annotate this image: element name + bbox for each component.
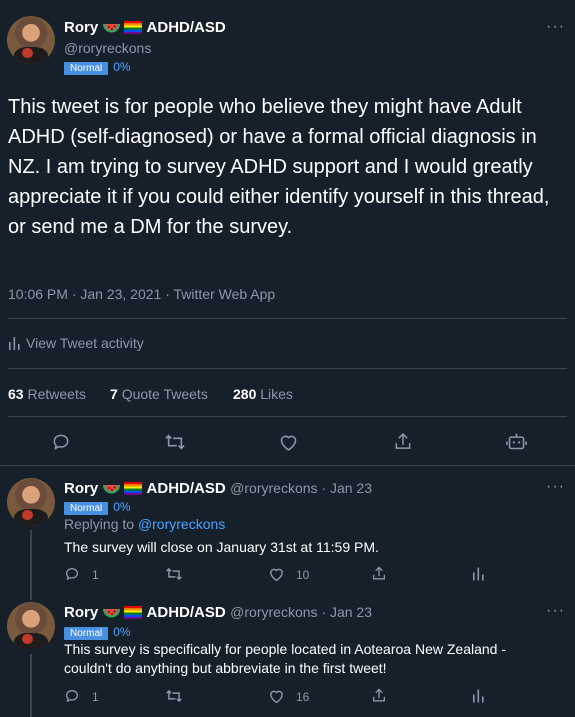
reply-count: 1 bbox=[92, 690, 99, 704]
more-icon[interactable]: ··· bbox=[546, 602, 565, 620]
author-avatar[interactable] bbox=[7, 16, 55, 64]
divider bbox=[8, 318, 567, 319]
like-count: 16 bbox=[296, 690, 310, 704]
rainbow-flag-icon bbox=[124, 21, 143, 39]
divider bbox=[8, 368, 567, 369]
share-icon[interactable] bbox=[371, 565, 387, 582]
watermelon-icon bbox=[102, 606, 120, 624]
replying-to: Replying to @roryreckons bbox=[64, 516, 225, 532]
reply-author-suffix: ADHD/ASD bbox=[146, 604, 226, 621]
reply-count: 1 bbox=[92, 568, 99, 582]
quote-tweets-stat[interactable]: 7 Quote Tweets bbox=[110, 386, 208, 402]
retweets-stat[interactable]: 63 Retweets bbox=[8, 386, 86, 402]
reply-badge: Normal bbox=[64, 502, 109, 515]
analytics-icon bbox=[8, 336, 21, 353]
reply-avatar[interactable] bbox=[7, 478, 55, 526]
author-handle[interactable]: @roryreckons bbox=[64, 40, 151, 56]
retweets-label: Retweets bbox=[27, 386, 86, 402]
heart-icon[interactable] bbox=[268, 688, 285, 704]
retweet-icon[interactable] bbox=[164, 432, 186, 452]
reply-handle-date[interactable]: @roryreckons · Jan 23 bbox=[230, 480, 372, 496]
divider bbox=[0, 465, 575, 466]
analytics-icon[interactable] bbox=[472, 688, 485, 703]
more-icon[interactable]: ··· bbox=[546, 18, 565, 36]
quote-label: Quote Tweets bbox=[121, 386, 208, 402]
thread-line bbox=[30, 530, 32, 600]
reply-badge-row: Normal 0% bbox=[64, 623, 131, 641]
author-badge-row: Normal 0% bbox=[64, 58, 131, 76]
reply-text: The survey will close on January 31st at… bbox=[64, 539, 379, 555]
divider bbox=[8, 416, 567, 417]
like-count: 10 bbox=[296, 568, 310, 582]
replying-to-prefix: Replying to bbox=[64, 516, 135, 532]
analytics-icon[interactable] bbox=[472, 566, 485, 581]
reply-text: This survey is specifically for people l… bbox=[64, 641, 506, 676]
tweet-timestamp[interactable]: 10:06 PM · Jan 23, 2021 · Twitter Web Ap… bbox=[8, 286, 275, 302]
more-icon[interactable]: ··· bbox=[546, 478, 565, 496]
view-tweet-activity[interactable]: View Tweet activity bbox=[8, 335, 144, 353]
author-badge-percent: 0% bbox=[113, 60, 131, 74]
author-name-row[interactable]: Rory ADHD/ASD bbox=[64, 19, 226, 39]
likes-label: Likes bbox=[260, 386, 293, 402]
author-badge: Normal bbox=[64, 62, 109, 75]
view-tweet-activity-label: View Tweet activity bbox=[26, 335, 144, 351]
retweets-count: 63 bbox=[8, 386, 24, 402]
reply-author-suffix: ADHD/ASD bbox=[146, 480, 226, 497]
reply-badge: Normal bbox=[64, 627, 109, 640]
retweet-icon[interactable] bbox=[165, 688, 183, 704]
tweet-text: This tweet is for people who believe the… bbox=[8, 96, 550, 238]
reply-badge-row: Normal 0% bbox=[64, 498, 131, 516]
retweet-icon[interactable] bbox=[165, 566, 183, 582]
likes-count: 280 bbox=[233, 386, 257, 402]
replying-to-handle[interactable]: @roryreckons bbox=[138, 516, 225, 532]
bot-icon[interactable] bbox=[506, 431, 527, 452]
heart-icon[interactable] bbox=[278, 432, 299, 452]
reply-author-name[interactable]: Rory bbox=[64, 604, 98, 621]
likes-stat[interactable]: 280 Likes bbox=[233, 386, 293, 402]
heart-icon[interactable] bbox=[268, 566, 285, 582]
reply-icon[interactable] bbox=[64, 566, 80, 582]
reply-header[interactable]: Rory ADHD/ASD @roryreckons · Jan 23 bbox=[64, 480, 372, 500]
author-suffix: ADHD/ASD bbox=[146, 19, 226, 36]
reply-header[interactable]: Rory ADHD/ASD @roryreckons · Jan 23 bbox=[64, 604, 372, 624]
author-name[interactable]: Rory bbox=[64, 19, 98, 36]
share-icon[interactable] bbox=[393, 431, 413, 452]
reply-author-name[interactable]: Rory bbox=[64, 480, 98, 497]
reply-badge-percent: 0% bbox=[113, 625, 131, 639]
reply-icon[interactable] bbox=[64, 688, 80, 704]
thread-line bbox=[30, 654, 32, 717]
rainbow-flag-icon bbox=[124, 606, 143, 624]
reply-badge-percent: 0% bbox=[113, 500, 131, 514]
watermelon-icon bbox=[102, 21, 120, 39]
share-icon[interactable] bbox=[371, 687, 387, 704]
reply-handle-date[interactable]: @roryreckons · Jan 23 bbox=[230, 604, 372, 620]
reply-icon[interactable] bbox=[51, 432, 71, 452]
quote-count: 7 bbox=[110, 386, 118, 402]
reply-avatar[interactable] bbox=[7, 602, 55, 650]
